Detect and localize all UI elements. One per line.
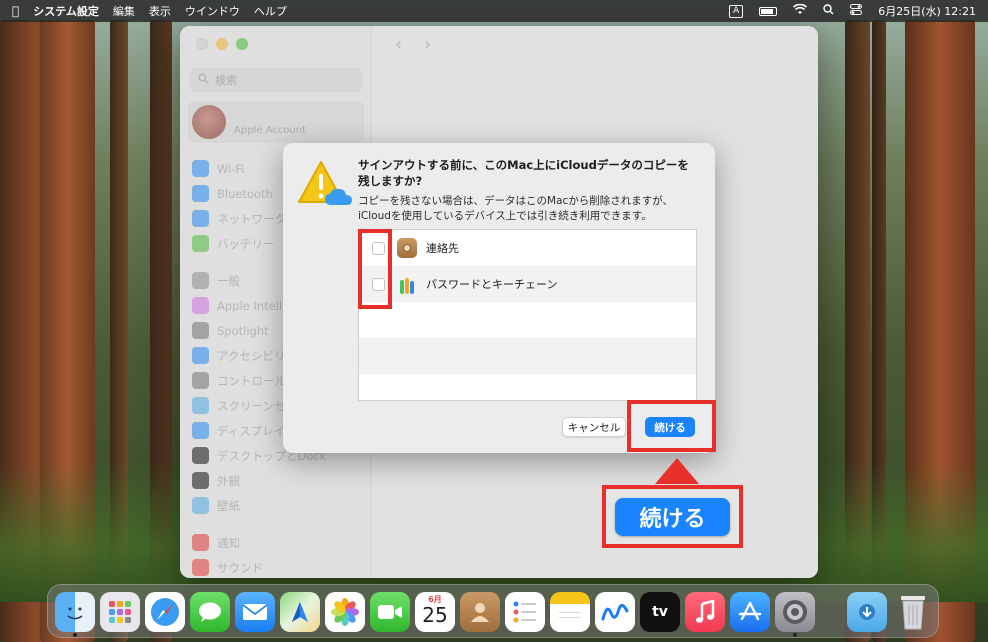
- menu-bar:  システム設定 編集 表示 ウインドウ ヘルプ A 6月25日(水) 12:2…: [0, 0, 988, 22]
- callout-continue-button: 続ける: [615, 497, 730, 536]
- cancel-button[interactable]: キャンセル: [562, 417, 626, 437]
- finder-icon[interactable]: [55, 592, 95, 637]
- app-store-icon[interactable]: [730, 592, 770, 632]
- list-empty-row: [359, 338, 696, 374]
- warning-icloud-icon: [298, 161, 352, 205]
- passwords-key-icon: [397, 274, 417, 294]
- contacts-app-icon[interactable]: [460, 592, 500, 632]
- calendar-day: 25: [422, 603, 448, 627]
- menu-edit[interactable]: 編集: [113, 3, 135, 19]
- menubar-datetime[interactable]: 6月25日(水) 12:21: [878, 3, 976, 19]
- reminders-icon[interactable]: [505, 592, 545, 632]
- input-source-icon[interactable]: A: [729, 4, 744, 18]
- photos-icon[interactable]: [325, 592, 365, 632]
- tv-label: tv: [652, 604, 668, 620]
- menu-view[interactable]: 表示: [149, 3, 171, 19]
- list-item-passwords[interactable]: パスワードとキーチェーン: [359, 266, 696, 302]
- wifi-icon[interactable]: [793, 3, 808, 18]
- control-center-icon[interactable]: [850, 4, 863, 18]
- system-settings-icon[interactable]: [775, 592, 815, 637]
- facetime-icon[interactable]: [370, 592, 410, 632]
- battery-icon[interactable]: [759, 6, 778, 16]
- list-item-contacts[interactable]: 連絡先: [359, 230, 696, 266]
- continue-callout: 続ける: [602, 485, 743, 548]
- dock: 6月 25 tv: [47, 584, 939, 638]
- contacts-label: 連絡先: [426, 242, 459, 255]
- downloads-folder-icon[interactable]: [847, 592, 887, 632]
- menu-help[interactable]: ヘルプ: [254, 3, 287, 19]
- passwords-label: パスワードとキーチェーン: [426, 278, 558, 291]
- apple-menu-icon[interactable]: : [12, 4, 19, 18]
- safari-icon[interactable]: [145, 592, 185, 632]
- music-icon[interactable]: [685, 592, 725, 632]
- contacts-icon: [397, 238, 417, 258]
- data-list: 連絡先 パスワードとキーチェーン: [358, 229, 697, 401]
- search-icon[interactable]: [823, 4, 834, 18]
- checkbox-highlight-box: [358, 229, 392, 309]
- callout-arrow: [655, 458, 699, 484]
- tv-icon[interactable]: tv: [640, 592, 680, 632]
- menu-window[interactable]: ウインドウ: [185, 3, 240, 19]
- list-empty-row: [359, 302, 696, 338]
- calendar-icon[interactable]: 6月 25: [415, 592, 455, 632]
- mail-icon[interactable]: [235, 592, 275, 632]
- freeform-icon[interactable]: [595, 592, 635, 632]
- maps-icon[interactable]: [280, 592, 320, 632]
- dialog-title: サインアウトする前に、このMac上にiCloudデータのコピーを残しますか?: [358, 158, 689, 188]
- launchpad-icon[interactable]: [100, 592, 140, 632]
- trash-icon[interactable]: [893, 592, 933, 632]
- notes-icon[interactable]: [550, 592, 590, 632]
- dialog-message: コピーを残さない場合は、データはこのMacから削除されますが、iCloudを使用…: [358, 195, 674, 222]
- messages-icon[interactable]: [190, 592, 230, 632]
- continue-highlight-box: [627, 400, 716, 452]
- menu-app-name[interactable]: システム設定: [33, 3, 99, 19]
